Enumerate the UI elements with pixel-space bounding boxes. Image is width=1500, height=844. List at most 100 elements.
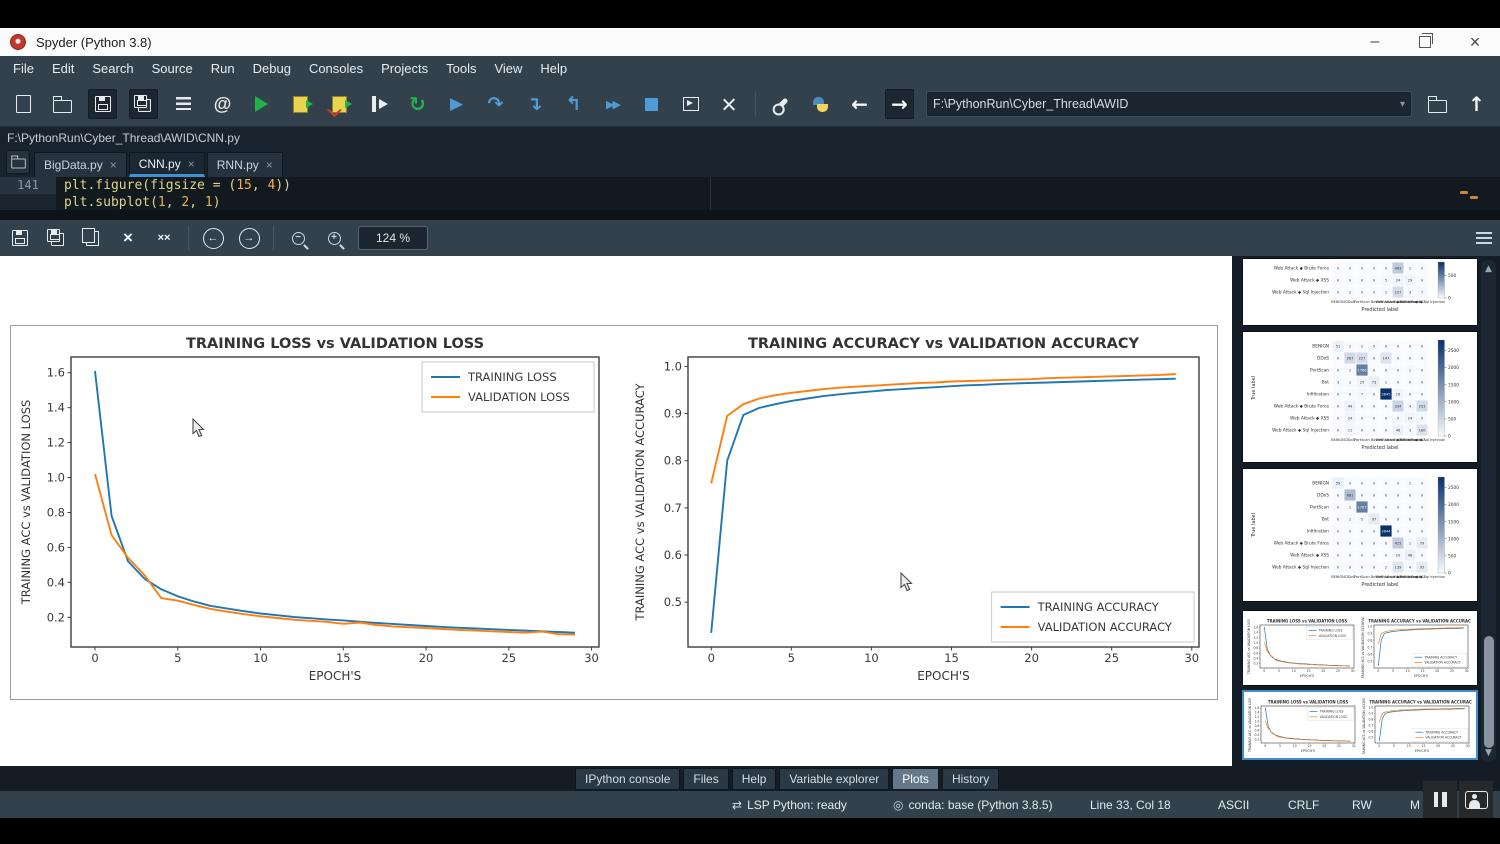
- menu-help[interactable]: Help: [531, 56, 576, 82]
- pane-tab-help[interactable]: Help: [732, 768, 777, 790]
- menu-edit[interactable]: Edit: [43, 56, 83, 82]
- svg-text:VALIDATION ACCURACY: VALIDATION ACCURACY: [1424, 661, 1460, 665]
- run-selection-icon[interactable]: [365, 90, 392, 118]
- step-return-icon[interactable]: ↰: [560, 90, 587, 118]
- menu-search[interactable]: Search: [83, 56, 142, 82]
- svg-text:7: 7: [1361, 393, 1363, 397]
- svg-text:TRAINING LOSS vs VALIDATION LO: TRAINING LOSS vs VALIDATION LOSS: [186, 336, 484, 352]
- run-cell-icon[interactable]: [287, 90, 314, 118]
- spyder-window: Spyder (Python 3.8) – × FileEditSearchSo…: [0, 0, 1500, 844]
- remove-plot-icon[interactable]: ×: [116, 226, 140, 250]
- menu-view[interactable]: View: [485, 56, 531, 82]
- svg-text:0: 0: [91, 651, 98, 665]
- pane-tab-variable-explorer[interactable]: Variable explorer: [779, 768, 889, 790]
- zoom-out-icon[interactable]: −: [286, 226, 310, 250]
- close-button[interactable]: ×: [1450, 28, 1500, 56]
- code-editor[interactable]: 141 plt.figure(figsize = (15, 4)) plt.su…: [0, 177, 1500, 210]
- step-into-icon[interactable]: ↴: [521, 90, 548, 118]
- menu-file[interactable]: File: [4, 56, 43, 82]
- svg-text:180: 180: [1419, 429, 1427, 433]
- svg-text:Web Attack ◆ Sql Injection: Web Attack ◆ Sql Injection: [1399, 300, 1445, 304]
- svg-text:0.8: 0.8: [1367, 638, 1372, 642]
- previous-plot-icon[interactable]: ←: [201, 226, 225, 250]
- code-line: plt.figure(figsize = (15, 4)): [56, 177, 291, 194]
- menu-debug[interactable]: Debug: [244, 56, 300, 82]
- svg-text:TRAINING LOSS: TRAINING LOSS: [1318, 628, 1343, 632]
- save-all-icon[interactable]: [129, 89, 158, 119]
- plot-thumbnail-3[interactable]: BENIGN590000010DDoS0681000000PortScan011…: [1242, 468, 1478, 602]
- minimize-button[interactable]: –: [1350, 28, 1400, 56]
- back-icon[interactable]: ←: [846, 90, 873, 118]
- restore-icon: [1419, 36, 1431, 48]
- menu-source[interactable]: Source: [143, 56, 202, 82]
- working-directory-input[interactable]: F:\PythonRun\Cyber_Thread\AWID ▾: [926, 91, 1412, 117]
- svg-text:97: 97: [1372, 518, 1377, 522]
- debug-file-icon[interactable]: ▶: [443, 90, 470, 118]
- menu-projects[interactable]: Projects: [372, 56, 437, 82]
- svg-text:VALIDATION ACCURACY: VALIDATION ACCURACY: [1038, 620, 1173, 634]
- menu-tools[interactable]: Tools: [437, 56, 485, 82]
- scrollflag-warning-icon: [1470, 196, 1478, 199]
- pane-tab-history[interactable]: History: [942, 768, 999, 790]
- svg-text:0.5: 0.5: [1367, 659, 1372, 663]
- python-path-icon[interactable]: [807, 90, 834, 118]
- plot-thumbnail-2[interactable]: BENIGN512250000DDoS02672270147000PortSca…: [1242, 331, 1478, 463]
- new-file-icon[interactable]: [10, 90, 37, 118]
- restore-button[interactable]: [1400, 28, 1450, 56]
- plot-thumbnail-5[interactable]: 0510152025300.20.40.60.81.01.21.41.6TRAI…: [1242, 690, 1478, 760]
- line-number: 141: [0, 177, 56, 194]
- menu-consoles[interactable]: Consoles: [300, 56, 372, 82]
- plots-options-menu-icon[interactable]: [1476, 232, 1492, 244]
- pane-splitter[interactable]: [0, 210, 1500, 220]
- step-over-icon[interactable]: ↷: [482, 90, 509, 118]
- close-icon[interactable]: ×: [110, 158, 117, 172]
- plot-thumbnail-1[interactable]: Web Attack ◆ Brute Force0000046310Web At…: [1242, 258, 1478, 326]
- pane-tab-files[interactable]: Files: [683, 768, 728, 790]
- save-plot-icon[interactable]: [8, 226, 32, 250]
- svg-text:2: 2: [1349, 291, 1351, 295]
- pane-tab-plots[interactable]: Plots: [892, 768, 939, 790]
- run-file-icon[interactable]: [248, 90, 275, 118]
- webcam-button[interactable]: [1459, 781, 1493, 818]
- preferences-wrench-icon[interactable]: [768, 90, 795, 118]
- parent-directory-icon[interactable]: ↑: [1463, 90, 1490, 118]
- maximize-pane-icon[interactable]: [677, 90, 704, 118]
- menu-run[interactable]: Run: [202, 56, 244, 82]
- chevron-down-icon[interactable]: ▾: [1400, 99, 1405, 110]
- save-all-plots-icon[interactable]: [44, 226, 68, 250]
- browse-tabs-button[interactable]: [6, 150, 30, 174]
- save-icon[interactable]: [88, 89, 117, 119]
- fullscreen-icon[interactable]: [716, 90, 743, 118]
- svg-text:15: 15: [944, 651, 959, 665]
- svg-text:10: 10: [1292, 669, 1296, 673]
- next-plot-icon[interactable]: →: [237, 226, 261, 250]
- svg-text:0.7: 0.7: [1367, 645, 1372, 649]
- pane-tab-ipython-console[interactable]: IPython console: [575, 768, 680, 790]
- scroll-up-icon[interactable]: ▲: [1481, 264, 1496, 274]
- copy-plot-icon[interactable]: [80, 226, 104, 250]
- forward-icon[interactable]: →: [885, 89, 914, 119]
- editor-tab-BigData.py[interactable]: BigData.py×: [34, 152, 127, 177]
- close-icon[interactable]: ×: [266, 158, 273, 172]
- continue-icon[interactable]: ▶▶: [599, 90, 626, 118]
- editor-tab-RNN.py[interactable]: RNN.py×: [207, 152, 283, 177]
- svg-text:TRAINING ACCURACY vs VALIDATIO: TRAINING ACCURACY vs VALIDATION ACCURACY: [1368, 619, 1471, 624]
- plot-thumbnail-4[interactable]: 0510152025300.20.40.60.81.01.21.41.6TRAI…: [1242, 610, 1478, 686]
- editor-tab-CNN.py[interactable]: CNN.py×: [129, 152, 205, 177]
- zoom-level-field[interactable]: 124 %: [358, 226, 428, 250]
- svg-text:20: 20: [1436, 744, 1440, 748]
- open-file-icon[interactable]: [49, 90, 76, 118]
- pause-button[interactable]: [1423, 781, 1457, 818]
- scrollbar-thumb[interactable]: [1484, 636, 1494, 748]
- zoom-in-icon[interactable]: +: [322, 226, 346, 250]
- svg-text:0.4: 0.4: [47, 575, 65, 589]
- close-icon[interactable]: ×: [188, 157, 195, 171]
- scroll-down-icon[interactable]: ▼: [1481, 748, 1496, 758]
- stop-debug-icon[interactable]: [638, 90, 665, 118]
- outline-icon[interactable]: [170, 90, 197, 118]
- remove-all-plots-icon[interactable]: ××: [152, 226, 176, 250]
- browse-directory-icon[interactable]: [1424, 90, 1451, 118]
- rerun-cell-icon[interactable]: [326, 90, 353, 118]
- restart-kernel-icon[interactable]: ↻: [404, 90, 431, 118]
- symbol-finder-icon[interactable]: @: [209, 90, 236, 118]
